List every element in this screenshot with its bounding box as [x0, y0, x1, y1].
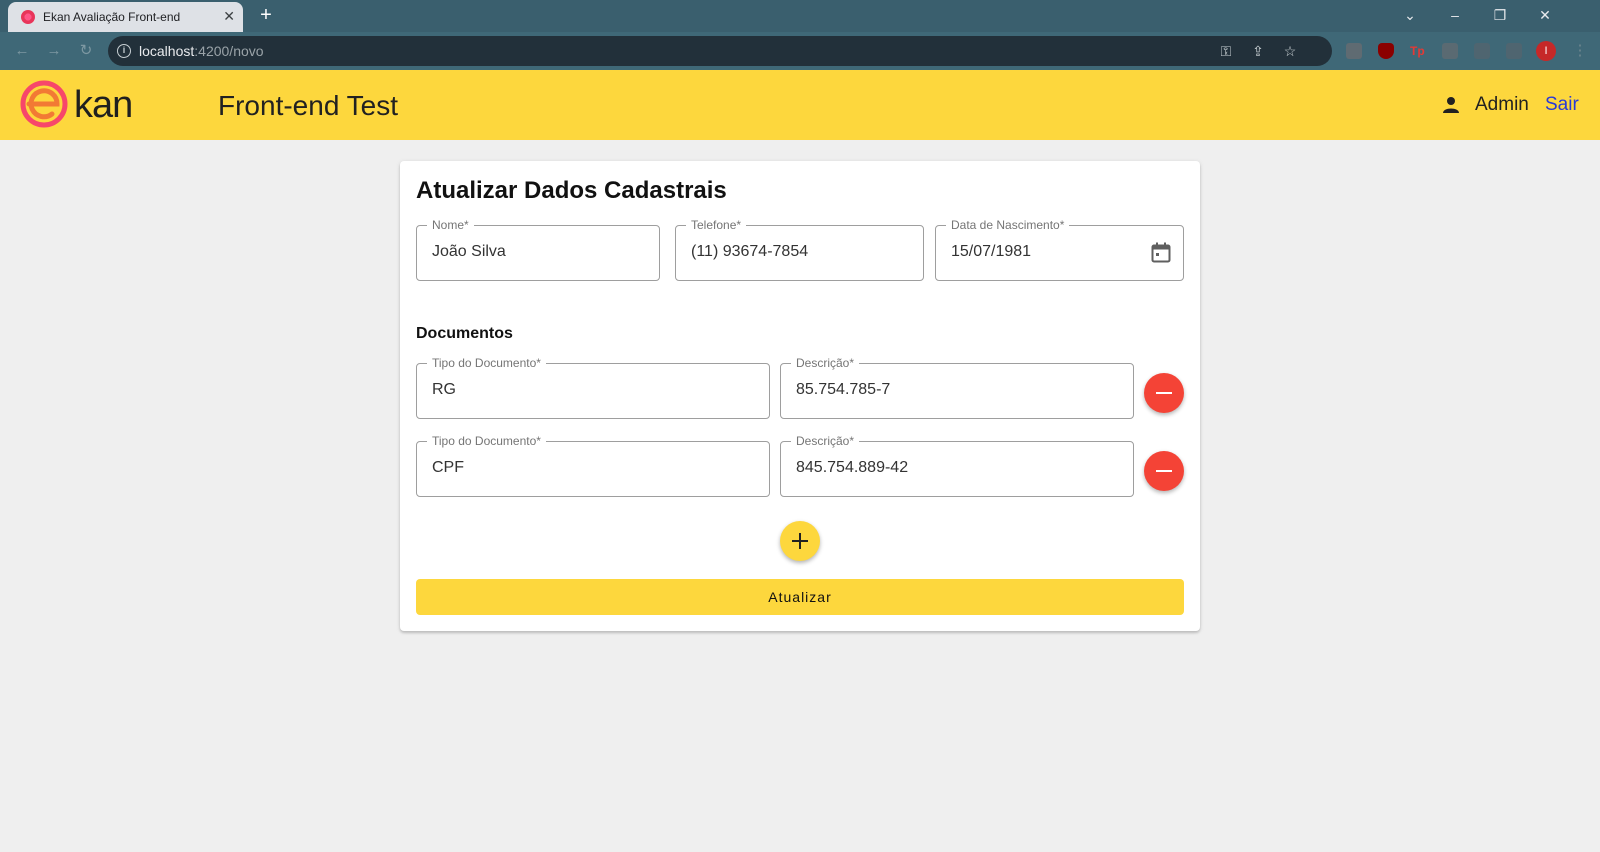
tab-title: Ekan Avaliação Front-end	[43, 10, 181, 24]
remove-document-button[interactable]	[1144, 373, 1184, 413]
form-card: Atualizar Dados Cadastrais Nome* João Si…	[400, 161, 1200, 631]
nome-label: Nome*	[427, 218, 474, 232]
nome-field[interactable]: Nome* João Silva	[416, 218, 660, 281]
doc-desc-value[interactable]: 845.754.889-42	[796, 459, 908, 477]
bookmark-star-icon[interactable]: ☆	[1280, 42, 1300, 60]
nascimento-value[interactable]: 15/07/1981	[951, 243, 1031, 261]
forward-icon[interactable]: →	[44, 42, 64, 60]
doc-desc-label: Descrição*	[791, 434, 860, 448]
share-icon[interactable]: ⇪	[1248, 42, 1268, 60]
doc-type-value[interactable]: CPF	[432, 459, 464, 477]
tp-icon[interactable]: Tp	[1410, 43, 1426, 59]
nascimento-field[interactable]: Data de Nascimento* 15/07/1981	[935, 218, 1184, 281]
reload-icon[interactable]: ↻	[76, 42, 96, 60]
doc-desc-value[interactable]: 85.754.785-7	[796, 381, 890, 399]
nascimento-label: Data de Nascimento*	[946, 218, 1070, 232]
doc-type-value[interactable]: RG	[432, 381, 456, 399]
nome-value[interactable]: João Silva	[432, 243, 506, 261]
add-document-button[interactable]	[780, 521, 820, 561]
settings-ext-icon[interactable]	[1346, 43, 1362, 59]
reading-list-icon[interactable]	[1474, 43, 1490, 59]
doc-type-label: Tipo do Documento*	[427, 356, 546, 370]
side-panel-icon[interactable]	[1506, 43, 1522, 59]
back-icon[interactable]: ←	[12, 42, 32, 60]
calendar-icon[interactable]	[1151, 242, 1171, 264]
tab-search-icon[interactable]: ⌄	[1395, 4, 1425, 26]
url-text[interactable]: localhost:4200/novo	[139, 43, 264, 59]
minus-icon	[1156, 470, 1172, 472]
telefone-field[interactable]: Telefone* (11) 93674-7854	[675, 218, 924, 281]
form-title: Atualizar Dados Cadastrais	[416, 177, 727, 204]
address-bar[interactable]: i localhost:4200/novo ⚿ ⇪ ☆	[108, 36, 1332, 66]
close-tab-icon[interactable]: ✕	[223, 8, 235, 24]
browser-toolbar: ← → ↻ i localhost:4200/novo ⚿ ⇪ ☆ Tp I ⋮	[0, 32, 1600, 70]
key-icon[interactable]: ⚿	[1216, 42, 1236, 60]
doc-desc-field[interactable]: Descrição* 85.754.785-7	[780, 356, 1134, 419]
ekan-logo-icon	[20, 80, 68, 128]
browser-tabbar: Ekan Avaliação Front-end ✕ + ⌄ – ❐ ✕	[0, 0, 1600, 32]
menu-icon[interactable]: ⋮	[1570, 42, 1590, 60]
doc-desc-label: Descrição*	[791, 356, 860, 370]
ublock-icon[interactable]	[1378, 43, 1394, 59]
browser-tab[interactable]: Ekan Avaliação Front-end ✕	[8, 2, 243, 32]
telefone-value[interactable]: (11) 93674-7854	[691, 243, 808, 261]
puzzle-icon[interactable]	[1442, 43, 1458, 59]
app-header: kan Front-end Test Admin Sair	[0, 70, 1600, 140]
page-title: Front-end Test	[218, 90, 399, 121]
minus-icon	[1156, 392, 1172, 394]
url-path: :4200/novo	[194, 43, 264, 59]
site-info-icon[interactable]: i	[117, 44, 131, 58]
documents-title: Documentos	[416, 325, 513, 342]
profile-avatar[interactable]: I	[1536, 41, 1556, 61]
close-window-icon[interactable]: ✕	[1530, 4, 1560, 26]
telefone-label: Telefone*	[686, 218, 747, 232]
doc-desc-field[interactable]: Descrição* 845.754.889-42	[780, 434, 1134, 497]
restore-icon[interactable]: ❐	[1485, 4, 1515, 26]
doc-type-field[interactable]: Tipo do Documento* CPF	[416, 434, 770, 497]
new-tab-button[interactable]: +	[255, 4, 277, 26]
user-icon	[1443, 97, 1459, 113]
minimize-icon[interactable]: –	[1440, 4, 1470, 26]
logo-text: kan	[74, 84, 133, 126]
doc-type-field[interactable]: Tipo do Documento* RG	[416, 356, 770, 419]
doc-type-label: Tipo do Documento*	[427, 434, 546, 448]
submit-button[interactable]: Atualizar	[416, 579, 1184, 615]
url-host: localhost	[139, 43, 195, 59]
logout-link[interactable]: Sair	[1545, 94, 1579, 116]
remove-document-button[interactable]	[1144, 451, 1184, 491]
favicon-icon	[21, 10, 35, 24]
plus-icon-vertical	[799, 533, 801, 549]
user-name: Admin	[1475, 94, 1529, 115]
